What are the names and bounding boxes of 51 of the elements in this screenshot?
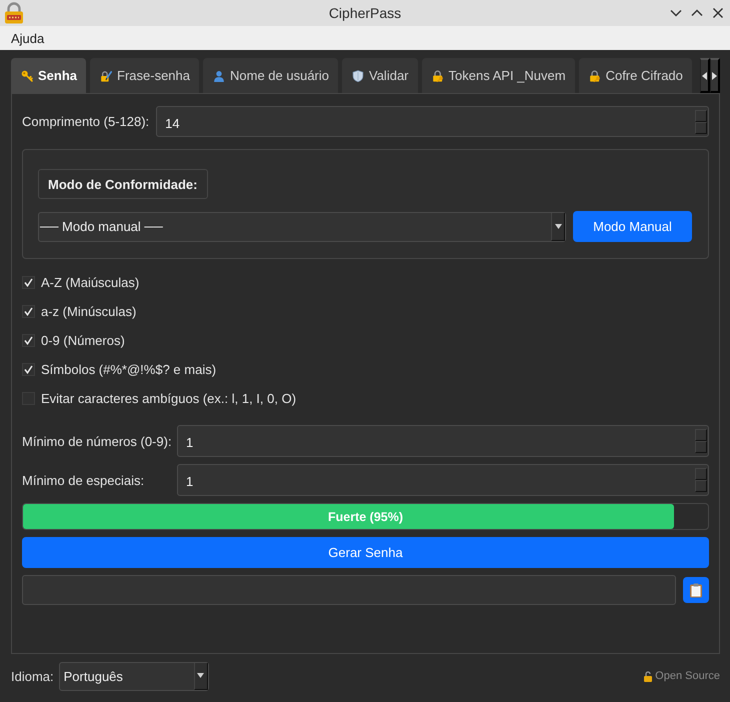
field-label: Mínimo de números (0-9): [22,434,170,448]
shield-icon [352,70,364,82]
padlock-icon [3,2,25,24]
tab[interactable]: Cofre Cifrado [578,58,692,93]
clipboard-icon [689,582,703,598]
mode-dropdown[interactable]: ── Modo manual ── [38,212,566,242]
caret-icon [554,224,562,228]
scroll-right-button[interactable] [710,58,720,93]
checkbox-label[interactable]: 0-9 (Números) [41,332,125,348]
checkbox-label[interactable]: A-Z (Maiúsculas) [41,274,140,290]
lock-key-icon [588,70,601,82]
checkmark-icon [24,364,33,374]
window-title: CipherPass [328,5,402,21]
scroll-left-button[interactable] [700,58,710,93]
padlock-icon [644,670,652,682]
field-label: Mínimo de especiais: [22,472,146,488]
checkbox[interactable] [22,304,35,318]
triangle-right-icon [712,72,717,80]
checkbox[interactable] [22,334,35,346]
checkmark-icon [24,336,33,344]
language-dropdown[interactable]: Português [58,662,209,690]
checkmark-icon [24,278,33,286]
lock-key-icon [432,70,444,82]
password-output-field[interactable] [22,575,676,605]
checkbox-label[interactable]: Evitar caracteres ambíguos (ex.: l, 1, I, 0, O) [41,390,296,406]
checkbox[interactable] [22,362,35,376]
tab[interactable]: Validar [342,58,418,93]
copy-button[interactable] [683,577,709,603]
manual-mode-button[interactable]: Modo Manual [573,211,692,242]
menu-item[interactable]: Ajuda [4,28,52,48]
tab[interactable]: Tokens API _Nuvem [422,58,575,93]
language-label: Idioma: [11,668,54,684]
tab[interactable]: Senha [11,58,86,93]
close-icon [712,7,724,19]
generate-button[interactable]: Gerar Senha [22,537,709,568]
checkbox-label[interactable]: Símbolos (#%*@!%$? e mais) [41,362,216,376]
tab[interactable]: Nome de usuário [203,58,338,93]
checkbox-label[interactable]: a-z (Minúsculas) [41,304,136,318]
field-label: Comprimento (5-128): [22,114,150,129]
chevron-down-icon [670,7,682,19]
checkbox[interactable] [22,276,35,288]
strength-label: Fuerte (95%) [328,510,404,524]
key-icon [21,70,33,82]
tab[interactable]: Frase-senha [90,58,199,93]
group-title: Modo de Conformidade: [38,169,208,199]
open-source-label: Open Source [655,670,720,682]
person-icon [213,70,225,82]
triangle-left-icon [702,72,707,80]
lock-pen-icon [100,70,112,82]
caret-icon [197,673,204,678]
checkmark-icon [24,306,33,316]
